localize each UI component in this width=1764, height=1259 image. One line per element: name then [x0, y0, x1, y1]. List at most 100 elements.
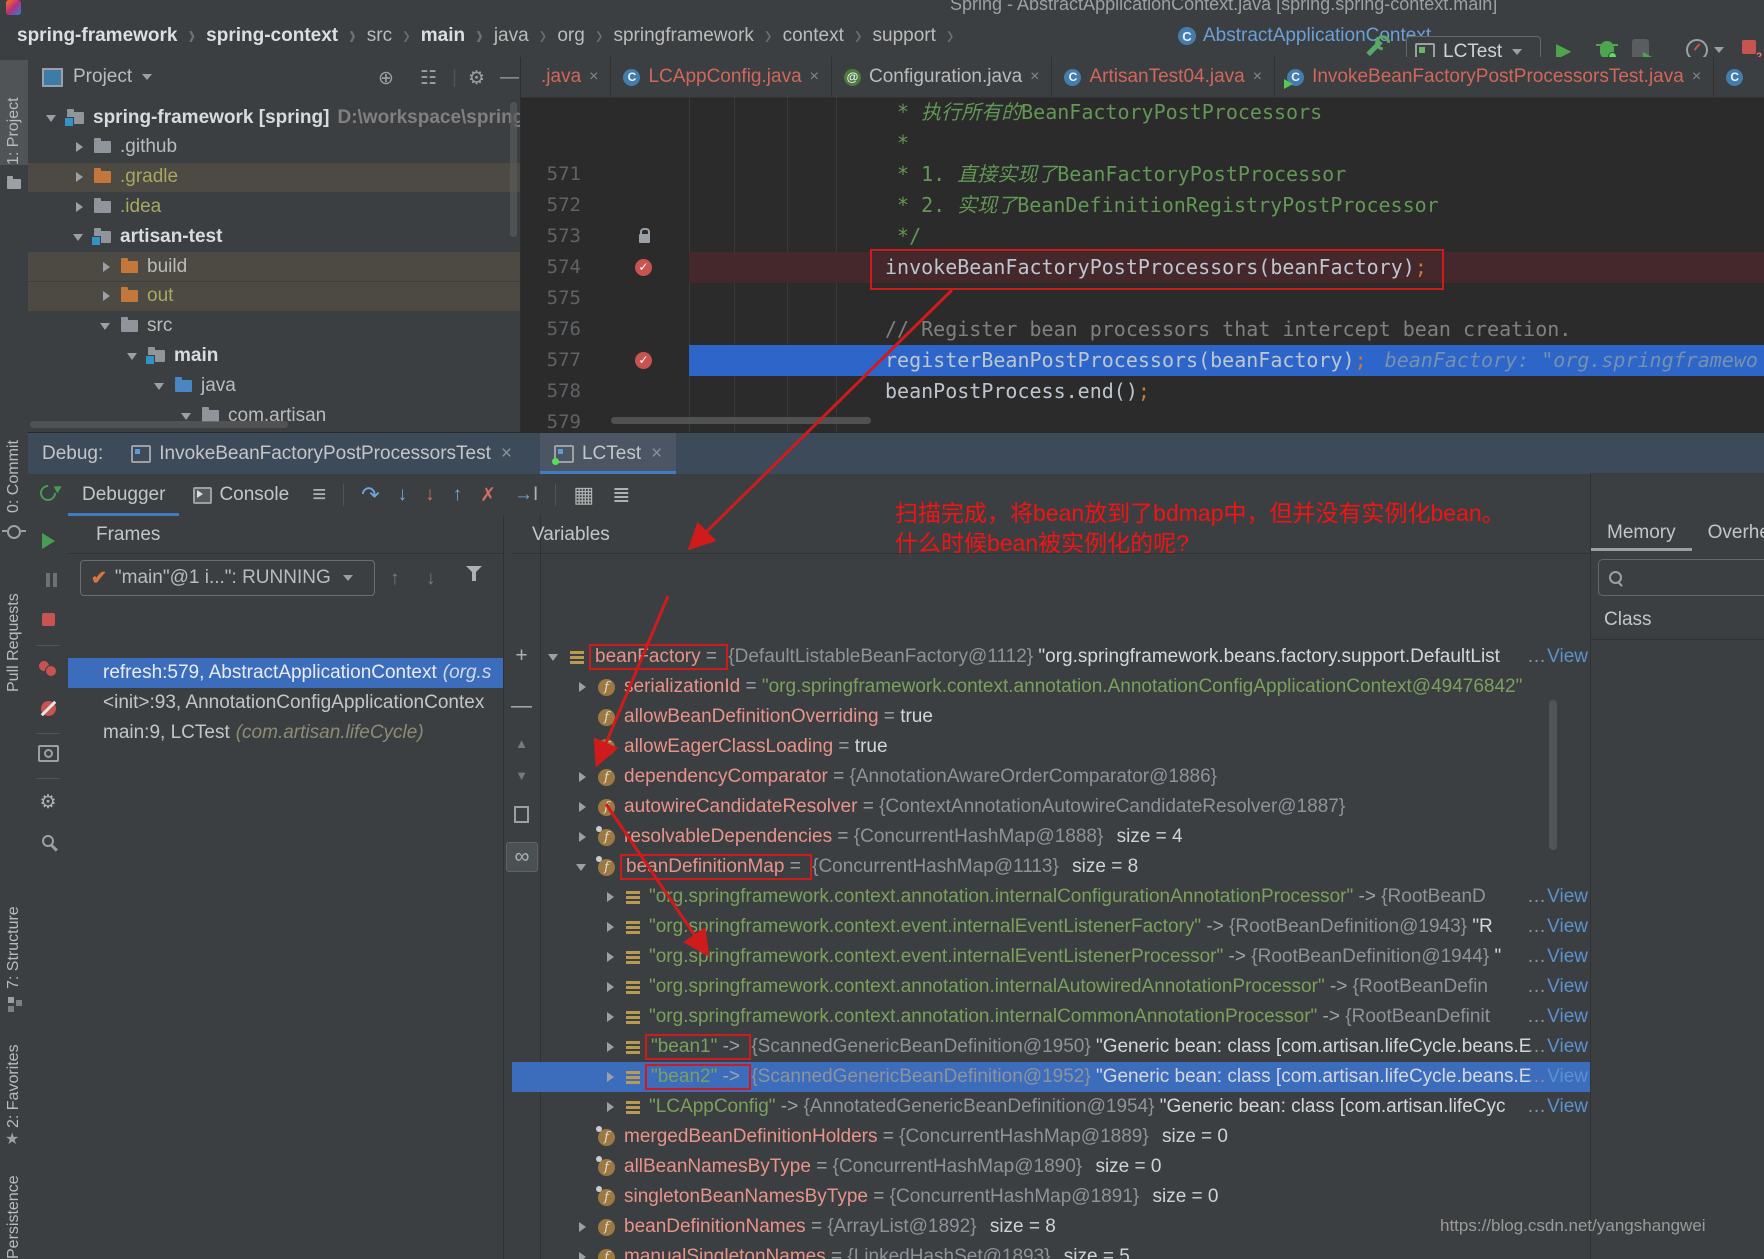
breadcrumb-item[interactable]: support ›	[873, 20, 965, 51]
code-text[interactable]: beanPostProcess.end();	[885, 376, 1150, 407]
breadcrumb-item[interactable]: spring-framework ›	[17, 20, 206, 51]
project-settings-gear-icon[interactable]: ⚙	[468, 67, 485, 90]
step-out-icon[interactable]: ↑	[453, 484, 463, 506]
variable-row[interactable]: f allowEagerClassLoading = true	[512, 732, 1590, 762]
tree-chevron-icon[interactable]	[100, 320, 112, 332]
tab-close-icon[interactable]: ×	[1030, 68, 1039, 86]
frame-up-icon[interactable]: ↑	[390, 568, 400, 590]
tab-overhead[interactable]: Overhe	[1692, 515, 1764, 551]
evaluate-expression-icon[interactable]: ▦	[573, 482, 594, 508]
code-text[interactable]: * 1. 直接实现了BeanFactoryPostProcessor	[885, 159, 1346, 190]
tree-row[interactable]: .github	[28, 133, 520, 162]
sidebar-item-persistence[interactable]: Persistence	[0, 1169, 28, 1259]
tree-chevron-icon[interactable]	[100, 290, 112, 302]
variable-row[interactable]: "org.springframework.context.annotation.…	[512, 882, 1590, 912]
tree-chevron-icon[interactable]	[73, 171, 85, 183]
editor-tab[interactable]: C .java ×	[521, 57, 612, 97]
variable-row[interactable]: f beanDefinitionNames = {ArrayList@1892}…	[512, 1212, 1590, 1242]
view-breakpoints-button[interactable]	[28, 661, 68, 677]
variable-row[interactable]: "org.springframework.context.annotation.…	[512, 972, 1590, 1002]
tree-row[interactable]: spring-framework [spring] D:\workspace\s…	[28, 103, 520, 132]
tree-chevron-icon[interactable]	[604, 981, 616, 993]
drop-frame-icon[interactable]: ✗	[480, 484, 496, 507]
variable-row[interactable]: f autowireCandidateResolver = {ContextAn…	[512, 792, 1590, 822]
tree-row[interactable]: .idea	[28, 192, 520, 221]
code-text[interactable]: *	[885, 128, 909, 159]
frame-row[interactable]: main:9, LCTest (com.artisan.lifeCycle)	[68, 718, 503, 748]
editor-tab[interactable]: @ Configuration.java ×	[832, 57, 1053, 97]
mute-breakpoints-button[interactable]	[28, 701, 68, 716]
variable-row[interactable]: f mergedBeanDefinitionHolders = {Concurr…	[512, 1122, 1590, 1152]
step-into-icon[interactable]: ↓	[398, 484, 408, 506]
sidebar-item-favorites[interactable]: 2: Favorites	[0, 1036, 28, 1128]
editor-horizontal-scrollbar[interactable]	[611, 417, 871, 424]
tree-chevron-icon[interactable]	[73, 201, 85, 213]
memory-search-input[interactable]	[1598, 559, 1764, 596]
tree-chevron-icon[interactable]	[604, 951, 616, 963]
view-options-icon[interactable]: ≣	[612, 482, 630, 508]
sidebar-item-pull-requests[interactable]: Pull Requests	[0, 552, 28, 692]
layout-settings-icon[interactable]: ≡	[312, 481, 326, 509]
variable-row[interactable]: beanFactory = {DefaultListableBeanFactor…	[512, 642, 1590, 672]
tree-chevron-icon[interactable]	[604, 1071, 616, 1083]
tab-memory[interactable]: Memory	[1591, 515, 1692, 551]
variable-row[interactable]: "org.springframework.context.event.inter…	[512, 942, 1590, 972]
tab-close-icon[interactable]: ×	[1692, 68, 1701, 86]
tree-chevron-icon[interactable]	[548, 651, 560, 663]
resume-button[interactable]	[28, 533, 68, 549]
tree-chevron-icon[interactable]	[576, 681, 588, 693]
project-horizontal-scrollbar[interactable]	[30, 421, 288, 428]
tree-chevron-icon[interactable]	[100, 261, 112, 273]
editor-tab[interactable]: C ArtisanTest04.java ×	[1052, 57, 1276, 97]
locate-file-icon[interactable]: ⊕	[378, 67, 394, 90]
code-text[interactable]: */	[885, 221, 921, 252]
tab-close-icon[interactable]: ×	[501, 443, 512, 465]
breakpoint-icon[interactable]: ✓	[635, 259, 652, 276]
tree-chevron-icon[interactable]	[73, 231, 85, 243]
tree-chevron-icon[interactable]	[181, 410, 193, 422]
variable-row[interactable]: f singletonBeanNamesByType = {Concurrent…	[512, 1182, 1590, 1212]
pause-button[interactable]	[28, 573, 68, 587]
sidebar-item-commit[interactable]: 0: Commit	[0, 415, 28, 513]
breadcrumb-item[interactable]: main ›	[421, 20, 494, 51]
debug-session-tab[interactable]: InvokeBeanFactoryPostProcessorsTest ×	[117, 433, 526, 474]
code-text[interactable]: registerBeanPostProcessors(beanFactory);…	[885, 345, 1758, 376]
tree-chevron-icon[interactable]	[127, 350, 139, 362]
variable-row[interactable]: f dependencyComparator = {AnnotationAwar…	[512, 762, 1590, 792]
tree-chevron-icon[interactable]	[73, 141, 85, 153]
variable-row[interactable]: "org.springframework.context.event.inter…	[512, 912, 1590, 942]
tab-debugger[interactable]: Debugger	[68, 474, 179, 516]
force-step-into-icon[interactable]: ↓	[425, 484, 435, 506]
variable-row[interactable]: f allBeanNamesByType = {ConcurrentHashMa…	[512, 1152, 1590, 1182]
breadcrumb-item[interactable]: context ›	[783, 20, 873, 51]
variable-row[interactable]: "LCAppConfig" -> {AnnotatedGenericBeanDe…	[512, 1092, 1590, 1122]
variable-row[interactable]: f manualSingletonNames = {LinkedHashSet@…	[512, 1242, 1590, 1259]
frame-row[interactable]: refresh:579, AbstractApplicationContext …	[68, 658, 503, 688]
tab-close-icon[interactable]: ×	[589, 68, 598, 86]
tree-chevron-icon[interactable]	[46, 112, 58, 124]
tree-chevron-icon[interactable]	[576, 1221, 588, 1233]
breadcrumb-item[interactable]: java ›	[494, 20, 558, 51]
tree-row[interactable]: main	[28, 341, 520, 370]
variables-vertical-scrollbar[interactable]	[1549, 700, 1557, 850]
breadcrumb-item[interactable]: springframework ›	[613, 20, 782, 51]
breadcrumb-item[interactable]: org ›	[557, 20, 613, 51]
view-link[interactable]: View	[1547, 1002, 1588, 1032]
tab-console[interactable]: Console	[179, 474, 303, 516]
sidebar-item-project[interactable]: 1: Project	[0, 60, 28, 165]
variable-row[interactable]: f beanDefinitionMap = {ConcurrentHashMap…	[512, 852, 1590, 882]
hide-panel-icon[interactable]: —	[500, 67, 519, 89]
tab-close-icon[interactable]: ×	[1253, 68, 1262, 86]
editor-tab[interactable]: C InvokeBeanFactoryPostProcessorsTest.ja…	[1275, 57, 1715, 97]
project-panel-title[interactable]: Project	[73, 66, 132, 88]
code-text[interactable]: * 执行所有的BeanFactoryPostProcessors	[885, 97, 1322, 128]
view-link[interactable]: View	[1547, 912, 1588, 942]
debug-session-tab-active[interactable]: LCTest ×	[539, 433, 677, 474]
rerun-button[interactable]	[28, 481, 68, 505]
breadcrumb-class[interactable]: C AbstractApplicationContext	[1178, 25, 1431, 47]
project-vertical-scrollbar[interactable]	[510, 102, 517, 237]
tab-close-icon[interactable]: ×	[651, 443, 662, 465]
view-link[interactable]: View	[1547, 1032, 1588, 1062]
editor-tab[interactable]: C ×	[1714, 57, 1764, 97]
view-link[interactable]: View	[1547, 882, 1588, 912]
